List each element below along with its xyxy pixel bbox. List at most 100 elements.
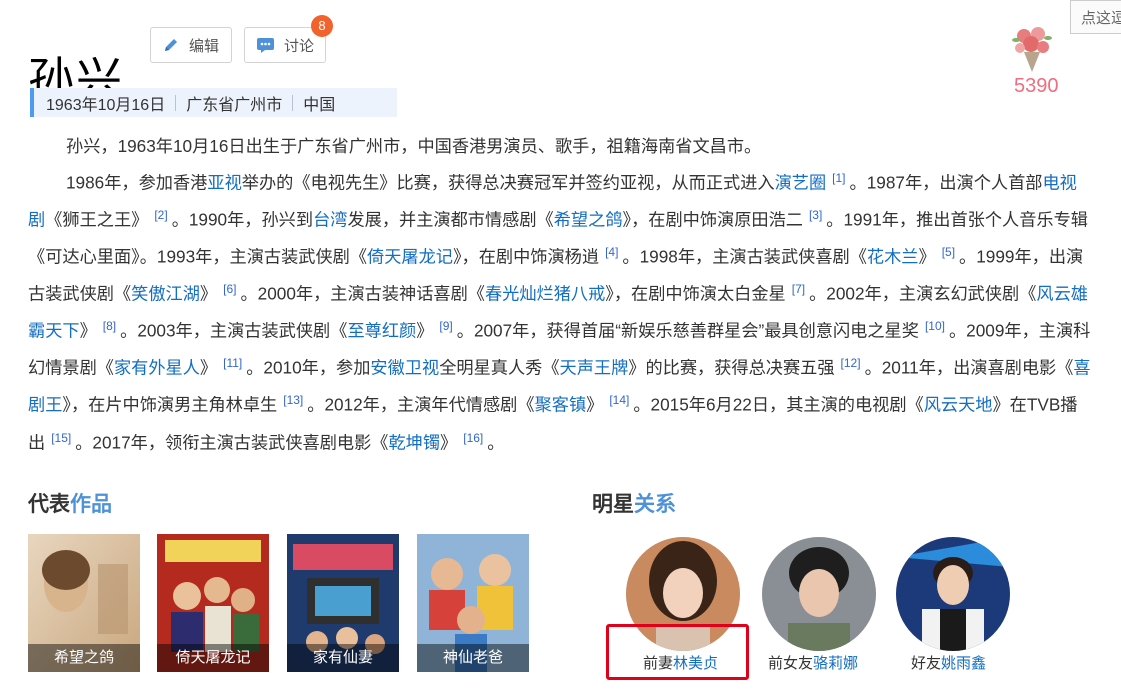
summary-paragraph-2: 1986年，参加香港亚视举办的《电视先生》比赛，获得总决赛冠军并签约亚视，从而正… [28, 162, 1093, 458]
text-segment: 。 [487, 432, 505, 453]
text-segment: 。2007年，获得首届“新娱乐慈善群星会”最具创意闪电之星奖 [456, 321, 919, 342]
text-segment: 》 [416, 321, 434, 342]
work-card[interactable]: 神仙老爸 [417, 534, 529, 672]
citation-link[interactable]: [7] [792, 282, 805, 296]
pencil-icon [163, 37, 179, 53]
inline-link[interactable]: 希望之鸽 [554, 210, 623, 230]
relation-avatar[interactable] [762, 537, 876, 651]
text-segment: 。2010年，参加 [246, 358, 371, 379]
text-segment: 。1987年，出演个人首部 [849, 173, 1043, 194]
citation-link[interactable]: [2] [154, 208, 167, 222]
divider [292, 94, 294, 111]
text-segment: 举办的《电视先生》比赛，获得总决赛冠军并签约亚视，从而正式进入 [241, 173, 775, 194]
citation-link[interactable]: [6] [223, 282, 236, 296]
text-segment: 。1998年，主演古装武侠喜剧《 [622, 247, 867, 268]
text-segment: 。2012年，主演年代情感剧《 [307, 395, 535, 416]
inline-link[interactable]: 风云天地 [924, 395, 993, 415]
inline-link[interactable]: 花木兰 [867, 247, 919, 267]
inline-link[interactable]: 聚客镇 [535, 395, 587, 415]
works-title-highlight: 作品 [70, 493, 112, 516]
inline-link[interactable]: 演艺圈 [775, 173, 827, 193]
citation-link[interactable]: [8] [103, 319, 116, 333]
relations-title-prefix: 明星 [592, 493, 634, 516]
nationality: 中国 [303, 96, 336, 114]
discuss-count-badge: 8 [311, 15, 333, 37]
birth-date: 1963年10月16日 [46, 96, 166, 114]
text-segment: 》，在剧中饰演太白金星 [605, 284, 786, 305]
click-hint-tooltip[interactable]: 点这逗 [1070, 0, 1121, 34]
text-segment: 。2000年，主演古装神话喜剧《 [240, 284, 485, 305]
text-segment: 》 [586, 395, 604, 416]
text-segment: 》 [918, 247, 936, 268]
text-segment: 》，在剧中饰演杨逍 [452, 247, 600, 268]
citation-link[interactable]: [1] [832, 171, 845, 185]
citation-link[interactable]: [5] [942, 245, 955, 259]
avatar-image [896, 537, 1010, 651]
summary: 孙兴，1963年10月16日出生于广东省广州市，中国香港男演员、歌手，祖籍海南省… [28, 130, 1093, 459]
text-segment: 。2017年，领衔主演古装武侠喜剧电影《 [75, 432, 389, 453]
flower-count: 5390 [1014, 75, 1059, 97]
relation-label[interactable]: 好友姚雨鑫 [911, 652, 986, 673]
edit-button[interactable]: 编辑 [150, 27, 232, 63]
edit-button-label: 编辑 [189, 37, 220, 55]
citation-link[interactable]: [16] [463, 431, 483, 445]
inline-link[interactable]: 乾坤镯 [388, 432, 440, 452]
text-segment: 《狮王之王》 [45, 210, 149, 231]
text-segment: 》 [199, 284, 218, 305]
text-segment: 》的比赛，获得总决赛五强 [628, 358, 835, 379]
relation-name-link[interactable]: 姚雨鑫 [941, 655, 986, 672]
relation-avatar[interactable] [896, 537, 1010, 651]
work-card[interactable]: 家有仙妻 [287, 534, 399, 672]
text-segment: 》 [199, 358, 218, 379]
birth-place: 广东省广州市 [186, 96, 283, 114]
text-segment: 。2011年，出演喜剧电影《 [864, 358, 1074, 379]
work-title: 希望之鸽 [28, 644, 140, 672]
inline-link[interactable]: 至尊红颜 [347, 321, 416, 341]
relation-name-link[interactable]: 骆莉娜 [813, 655, 858, 672]
divider [175, 94, 177, 111]
citation-link[interactable]: [13] [283, 393, 303, 407]
inline-link[interactable]: 亚视 [207, 173, 241, 193]
discuss-button[interactable]: 讨论 8 [244, 15, 333, 63]
text-segment: 》，在剧中饰演原田浩二 [622, 210, 803, 231]
avatar-image [762, 537, 876, 651]
citation-link[interactable]: [14] [609, 393, 629, 407]
work-title: 家有仙妻 [287, 644, 399, 672]
inline-link[interactable]: 倚天屠龙记 [367, 247, 453, 267]
inline-link[interactable]: 笑傲江湖 [131, 284, 200, 304]
text-segment: 1986年，参加香港 [66, 173, 208, 194]
text-segment: 》 [79, 321, 97, 342]
citation-link[interactable]: [11] [223, 356, 242, 370]
inline-link[interactable]: 安徽卫视 [370, 358, 439, 378]
inline-link[interactable]: 家有外星人 [114, 358, 200, 378]
relation-label[interactable]: 前女友骆莉娜 [768, 652, 858, 673]
highlight-annotation-box [606, 624, 749, 680]
work-card[interactable]: 希望之鸽 [28, 534, 140, 672]
relation-type: 前女友 [768, 655, 814, 672]
inline-link[interactable]: 天声王牌 [560, 358, 629, 378]
text-segment: 。2003年，主演古装武侠剧《 [120, 321, 348, 342]
text-segment: 。2015年6月22日，其主演的电视剧《 [633, 395, 924, 416]
inline-link[interactable]: 台湾 [313, 210, 347, 230]
citation-link[interactable]: [4] [605, 245, 618, 259]
citation-link[interactable]: [10] [925, 319, 945, 333]
citation-link[interactable]: [9] [439, 319, 452, 333]
work-card[interactable]: 倚天屠龙记 [157, 534, 269, 672]
relations-title-highlight: 关系 [634, 493, 676, 516]
works-title-prefix: 代表 [28, 493, 70, 516]
citation-link[interactable]: [3] [809, 208, 822, 222]
discuss-button-label: 讨论 [284, 37, 315, 55]
work-title: 倚天屠龙记 [157, 644, 269, 672]
citation-link[interactable]: [15] [51, 431, 71, 445]
text-segment: 全明星真人秀《 [439, 358, 560, 379]
text-segment: 。2002年，主演玄幻武侠剧《 [809, 284, 1037, 305]
chat-bubble-icon [257, 37, 274, 53]
text-segment: 发展，并主演都市情感剧《 [347, 210, 554, 231]
works-section-title: 代表作品 [28, 488, 112, 518]
text-segment: 》，在片中饰演男主角林卓生 [62, 395, 278, 416]
basic-info-bar: 1963年10月16日 广东省广州市 中国 [30, 88, 397, 117]
citation-link[interactable]: [12] [841, 356, 861, 370]
flower-bouquet-icon[interactable] [1010, 22, 1070, 77]
inline-link[interactable]: 春光灿烂猪八戒 [485, 284, 605, 304]
relation-type: 好友 [911, 655, 942, 672]
